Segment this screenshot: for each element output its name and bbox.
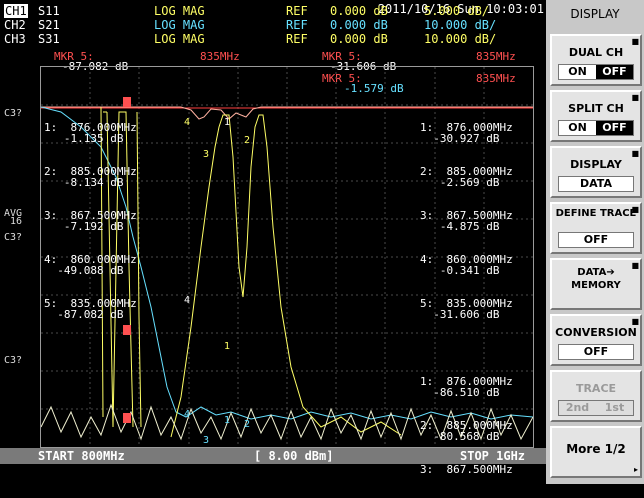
marker-1-glyph: 1	[224, 341, 230, 352]
dual-ch-on[interactable]: ON	[559, 65, 596, 79]
split-ch-softkey[interactable]: ■ SPLIT CH ON OFF	[550, 90, 642, 142]
averaging-count: 16	[10, 216, 23, 227]
channel-row-1: CH1 S11 LOG MAG REF 0.000 dB 5.000 dB/	[4, 4, 489, 18]
marker-4-glyph: 4	[184, 295, 190, 306]
marker-2-glyph: 2	[244, 135, 250, 146]
start-frequency[interactable]: START 800MHz	[38, 449, 125, 463]
marker-5-box	[123, 413, 131, 423]
trace-2nd: 2nd	[565, 401, 590, 414]
display-value[interactable]: DATA	[558, 176, 634, 192]
ref-value: 0.000 dB	[330, 18, 388, 32]
data-to-memory-label: DATA➔ MEMORY	[571, 267, 621, 291]
source-power[interactable]: [ 8.00 dBm]	[254, 449, 333, 463]
conversion-value[interactable]: OFF	[558, 344, 634, 360]
marker-4-glyph: 4	[184, 409, 190, 420]
scale: 5.000 dB/	[424, 4, 490, 18]
scale: 10.000 dB/	[424, 18, 497, 32]
marker-2-glyph: 2	[244, 419, 250, 430]
marker-table-right-top: 1: 876.000MHz -30.927 dB 2: 885.000MHz -…	[420, 121, 513, 321]
analyzer-screen: 2011/10/16 Sun 10:03:01 CH1 S11 LOG MAG …	[0, 0, 546, 484]
ref-label: REF	[286, 4, 308, 18]
split-ch-off[interactable]: OFF	[596, 121, 633, 135]
softkey-panel: DISPLAY ■ DUAL CH ON OFF ■ SPLIT CH ON O…	[546, 0, 644, 484]
split-ch-label: SPLIT CH	[568, 102, 624, 115]
conversion-softkey[interactable]: ■ CONVERSION OFF	[550, 314, 642, 366]
s-parameter: S21	[38, 18, 60, 32]
dual-ch-toggle[interactable]: ON OFF	[558, 64, 634, 80]
dual-ch-off[interactable]: OFF	[596, 65, 633, 79]
display-label: DISPLAY	[570, 158, 622, 171]
marker-4-glyph: 4	[184, 117, 190, 128]
marker-3-glyph: 3	[203, 435, 209, 446]
ref-label: REF	[286, 18, 308, 32]
corner-indicator: ■	[631, 205, 639, 214]
format: LOG MAG	[154, 32, 205, 46]
channel-ref-label: C3?	[4, 355, 23, 366]
dual-ch-softkey[interactable]: ■ DUAL CH ON OFF	[550, 34, 642, 86]
format: LOG MAG	[154, 4, 205, 18]
trace-ch3-s31	[100, 106, 402, 438]
define-trace-softkey[interactable]: ■ DEFINE TRACE OFF	[550, 202, 642, 254]
channel-label[interactable]: CH1	[4, 4, 28, 18]
dual-ch-label: DUAL CH	[568, 46, 624, 59]
status-bar: START 800MHz [ 8.00 dBm] STOP 1GHz	[0, 448, 546, 464]
marker-header-ch2-freq: 835MHz	[476, 50, 516, 63]
arrow-right-icon: ▸	[633, 465, 638, 474]
ref-value: 0.000 dB	[330, 32, 388, 46]
display-softkey[interactable]: ■ DISPLAY DATA	[550, 146, 642, 198]
marker-1-glyph: 1	[224, 117, 230, 128]
corner-indicator: ■	[631, 261, 639, 270]
split-ch-toggle[interactable]: ON OFF	[558, 120, 634, 136]
more-softkey[interactable]: More 1/2 ▸	[550, 426, 642, 478]
channel-label[interactable]: CH3	[4, 32, 26, 46]
channel-row-3: CH3 S31 LOG MAG REF 0.000 dB 10.000 dB/	[4, 32, 496, 46]
channel-label[interactable]: CH2	[4, 18, 26, 32]
marker-header-ch1-freq: 835MHz	[200, 50, 240, 63]
marker-table-right-bottom: 1: 876.000MHz -86.510 dB 2: 885.000MHz -…	[420, 375, 513, 476]
scale: 10.000 dB/	[424, 32, 497, 46]
marker-table-left: 1: 876.000MHz -1.135 dB 2: 885.000MHz -8…	[44, 121, 137, 321]
softkey-menu-title: DISPLAY	[570, 7, 620, 21]
corner-indicator: ■	[631, 93, 639, 102]
corner-indicator: ■	[631, 37, 639, 46]
s-parameter: S31	[38, 32, 60, 46]
trace-toggle: 2nd 1st	[558, 400, 634, 416]
conversion-label: CONVERSION	[555, 326, 637, 339]
define-trace-label: DEFINE TRACE	[555, 208, 637, 219]
channel-row-2: CH2 S21 LOG MAG REF 0.000 dB 10.000 dB/	[4, 18, 496, 32]
data-to-memory-softkey[interactable]: ■ DATA➔ MEMORY	[550, 258, 642, 310]
trace-softkey: TRACE 2nd 1st	[550, 370, 642, 422]
channel-ref-label: C3?	[4, 108, 23, 119]
marker-1-glyph: 1	[224, 415, 230, 426]
s-parameter: S11	[38, 4, 60, 18]
marker-3-glyph: 3	[203, 149, 209, 160]
format: LOG MAG	[154, 18, 205, 32]
corner-indicator: ■	[631, 317, 639, 326]
channel-ref-label: C3?	[4, 232, 23, 243]
ref-label: REF	[286, 32, 308, 46]
trace-1st: 1st	[604, 401, 625, 414]
corner-indicator: ■	[631, 149, 639, 158]
stop-frequency[interactable]: STOP 1GHz	[460, 449, 525, 463]
ref-value: 0.000 dB	[330, 4, 388, 18]
trace-label: TRACE	[575, 382, 617, 395]
split-ch-on[interactable]: ON	[559, 121, 596, 135]
define-trace-value[interactable]: OFF	[558, 232, 634, 248]
more-label: More 1/2	[566, 442, 626, 456]
